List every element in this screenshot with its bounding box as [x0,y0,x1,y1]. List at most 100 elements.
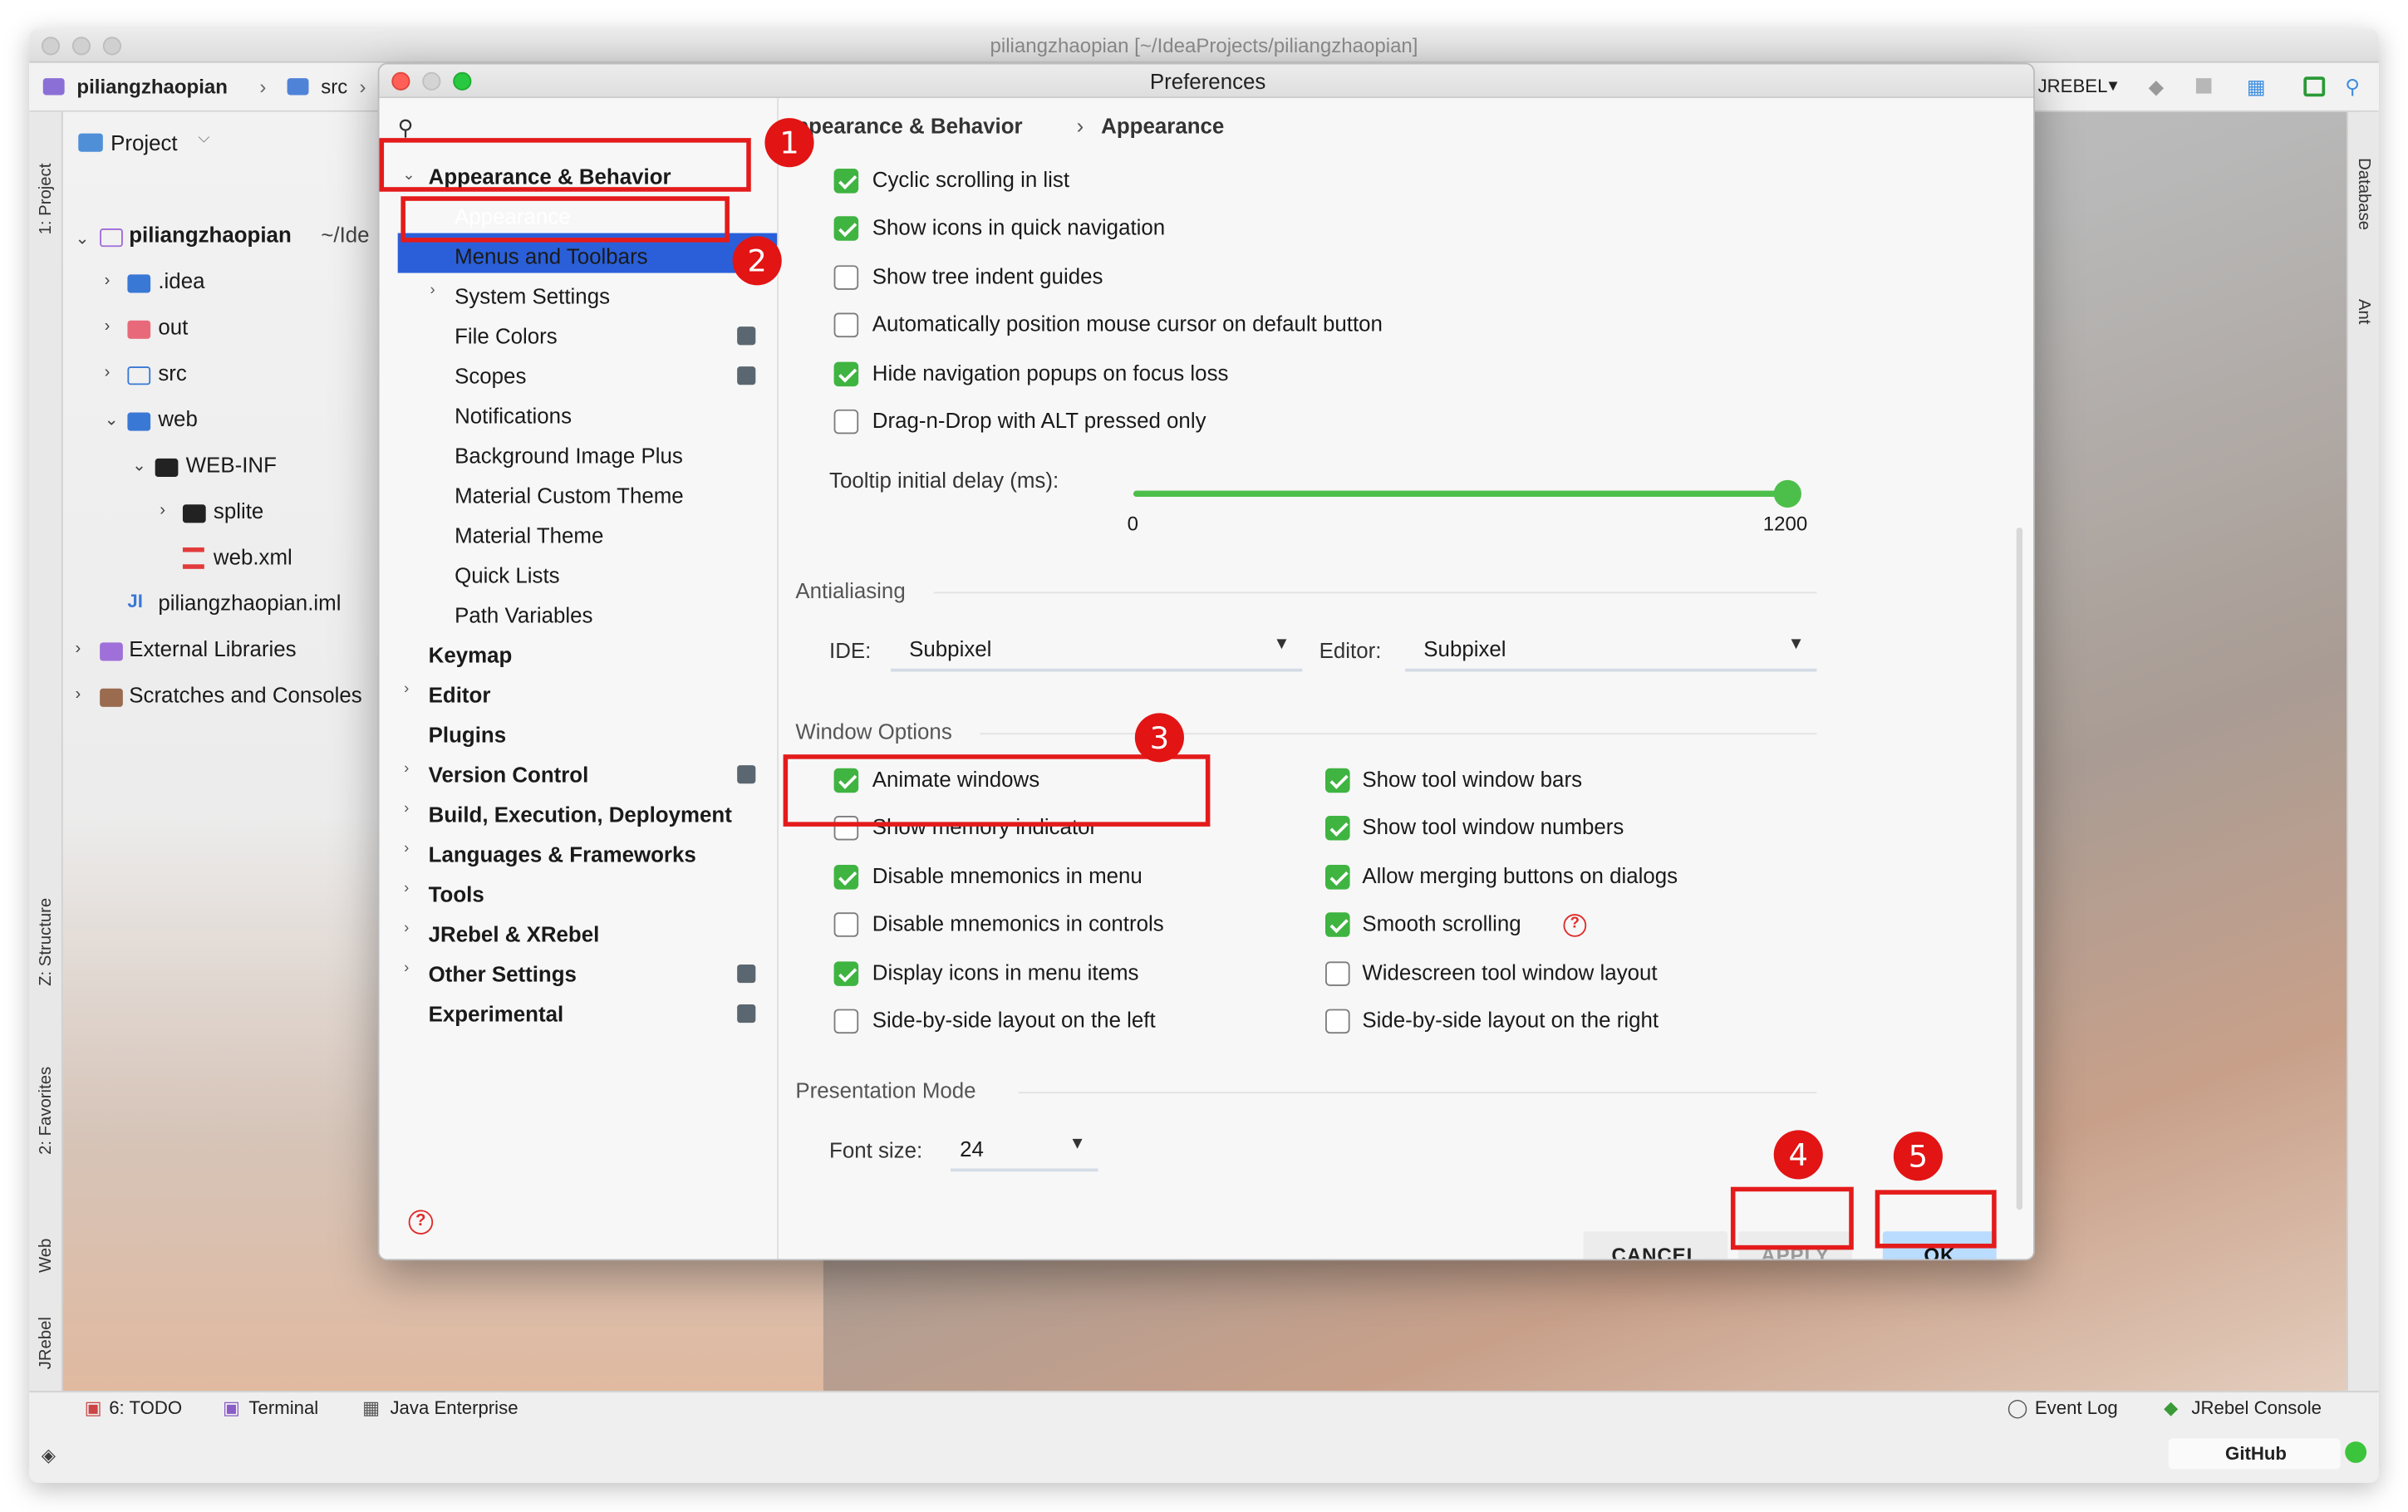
help-icon[interactable]: ? [1563,914,1587,937]
tree-item-web-xml[interactable]: web.xml [214,544,292,569]
checkbox-disable-mnemonics-menu[interactable] [833,865,859,890]
option-tree-indent-guides[interactable]: Show tree indent guides [872,263,1103,288]
tree-languages-frameworks[interactable]: Languages & Frameworks [429,842,696,866]
checkbox-disable-mnemonics-controls[interactable] [833,912,859,937]
checkbox-tool-window-numbers[interactable] [1325,815,1350,841]
terminal-icon[interactable] [2303,76,2326,97]
editor-antialiasing-select[interactable]: Subpixel ▼ [1405,629,1817,672]
collapse-arrow-icon[interactable]: ⌄ [132,455,146,475]
tab-web[interactable]: Web [37,1239,55,1273]
tree-build-execution[interactable]: Build, Execution, Deployment [429,802,732,827]
expand-arrow-icon[interactable]: › [404,881,409,897]
tree-jrebel-xrebel[interactable]: JRebel & XRebel [429,921,600,946]
breadcrumb-project[interactable]: piliangzhaopian [76,75,228,98]
option-auto-position-cursor[interactable]: Automatically position mouse cursor on d… [872,312,1383,336]
tree-plugins[interactable]: Plugins [429,722,506,747]
option-show-icons-quick-nav[interactable]: Show icons in quick navigation [872,214,1165,239]
event-log-tab[interactable]: Event Log [2035,1397,2118,1419]
breadcrumb-parent[interactable]: ppearance & Behavior [795,114,1022,139]
option-cyclic-scrolling[interactable]: Cyclic scrolling in list [872,167,1069,192]
tab-project[interactable]: 1: Project [37,164,55,235]
tooltip-slider-thumb[interactable] [1773,479,1801,508]
tab-structure[interactable]: Z: Structure [37,898,55,986]
checkbox-icons-in-menu[interactable] [833,961,859,986]
expand-arrow-icon[interactable]: › [105,363,111,381]
tab-favorites[interactable]: 2: Favorites [37,1067,55,1155]
checkbox-smooth-scrolling[interactable] [1325,912,1350,937]
checkbox-auto-position-cursor[interactable] [833,312,859,338]
checkbox-merging-buttons[interactable] [1325,865,1350,890]
jrebel-run-config[interactable]: JREBEL [2038,75,2108,96]
expand-arrow-icon[interactable]: › [430,282,435,299]
tab-ant[interactable]: Ant [2354,299,2372,324]
expand-arrow-icon[interactable]: › [404,920,409,937]
checkbox-tool-window-bars[interactable] [1325,768,1350,793]
jrebel-console-tab[interactable]: JRebel Console [2191,1397,2322,1419]
github-label[interactable]: GitHub [2225,1443,2287,1465]
collapse-arrow-icon[interactable]: ⌄ [76,228,90,248]
tree-item-web[interactable]: web [158,406,197,431]
tree-background-image-plus[interactable]: Background Image Plus [455,443,683,468]
checkbox-tree-indent-guides[interactable] [833,265,859,290]
expand-arrow-icon[interactable]: › [160,502,165,520]
tree-item-iml[interactable]: piliangzhaopian.iml [158,591,341,616]
tree-item-web-inf[interactable]: WEB-INF [186,453,277,478]
tree-path-variables[interactable]: Path Variables [455,602,592,627]
ide-antialiasing-select[interactable]: Subpixel ▼ [890,629,1303,672]
font-size-select[interactable]: 24 ▼ [951,1129,1098,1172]
tree-editor[interactable]: Editor [429,682,491,707]
tree-tools[interactable]: Tools [429,881,484,906]
tree-version-control[interactable]: Version Control [429,762,589,787]
expand-arrow-icon[interactable]: › [105,272,111,290]
option-smooth-scrolling[interactable]: Smooth scrolling [1362,911,1521,935]
collapse-arrow-icon[interactable]: ⌄ [105,410,119,430]
project-panel-title[interactable]: Project [111,130,178,155]
option-side-by-side-right[interactable]: Side-by-side layout on the right [1362,1008,1659,1033]
help-icon[interactable]: ? [408,1210,434,1235]
expand-arrow-icon[interactable]: › [105,317,111,336]
option-disable-mnemonics-menu[interactable]: Disable mnemonics in menu [872,863,1143,888]
option-tool-window-bars[interactable]: Show tool window bars [1362,767,1582,792]
layers-icon[interactable]: ◈ [42,1445,56,1466]
checkbox-drag-n-drop-alt[interactable] [833,409,859,434]
tree-experimental[interactable]: Experimental [429,1001,564,1026]
cancel-button[interactable]: CANCEL [1583,1231,1728,1259]
option-widescreen-layout[interactable]: Widescreen tool window layout [1362,960,1657,984]
chevron-down-icon[interactable]: ⌵ [198,130,209,147]
option-disable-mnemonics-controls[interactable]: Disable mnemonics in controls [872,911,1164,935]
tree-item-src[interactable]: src [158,361,187,385]
option-tool-window-numbers[interactable]: Show tool window numbers [1362,814,1624,839]
checkbox-side-by-side-right[interactable] [1325,1009,1350,1034]
breadcrumb-src[interactable]: src [321,75,347,98]
option-side-by-side-left[interactable]: Side-by-side layout on the left [872,1008,1156,1033]
stop-icon[interactable] [2195,78,2212,94]
expand-arrow-icon[interactable]: › [404,761,409,778]
tree-material-theme[interactable]: Material Theme [455,523,603,547]
checkbox-side-by-side-left[interactable] [833,1009,859,1034]
tree-item-external-libraries[interactable]: External Libraries [129,636,296,661]
settings-scrollbar[interactable] [2016,527,2023,1210]
expand-arrow-icon[interactable]: › [404,681,409,698]
tree-item-splite[interactable]: splite [214,498,263,523]
expand-arrow-icon[interactable]: › [404,841,409,857]
expand-arrow-icon[interactable]: › [76,685,81,704]
checkbox-show-icons-quick-nav[interactable] [833,216,859,241]
tree-material-custom-theme[interactable]: Material Custom Theme [455,483,684,508]
tree-item-scratches[interactable]: Scratches and Consoles [129,682,361,707]
tree-menus-toolbars[interactable]: Menus and Toolbars [455,243,648,268]
expand-arrow-icon[interactable]: › [404,801,409,817]
java-enterprise-tab[interactable]: Java Enterprise [390,1397,518,1419]
checkbox-cyclic-scrolling[interactable] [833,169,859,194]
option-drag-n-drop-alt[interactable]: Drag-n-Drop with ALT pressed only [872,408,1206,433]
grid-icon[interactable]: ▦ [2247,75,2266,100]
expand-arrow-icon[interactable]: › [404,960,409,976]
tree-keymap[interactable]: Keymap [429,642,513,667]
search-icon[interactable]: ⚲ [2345,75,2360,100]
expand-arrow-icon[interactable]: › [76,640,81,658]
checkbox-hide-nav-popups[interactable] [833,361,859,387]
tree-quick-lists[interactable]: Quick Lists [455,562,560,587]
tree-file-colors[interactable]: File Colors [455,323,558,348]
option-merging-buttons[interactable]: Allow merging buttons on dialogs [1362,863,1678,888]
tree-system-settings[interactable]: System Settings [455,283,610,308]
tree-item-idea[interactable]: .idea [158,268,204,293]
